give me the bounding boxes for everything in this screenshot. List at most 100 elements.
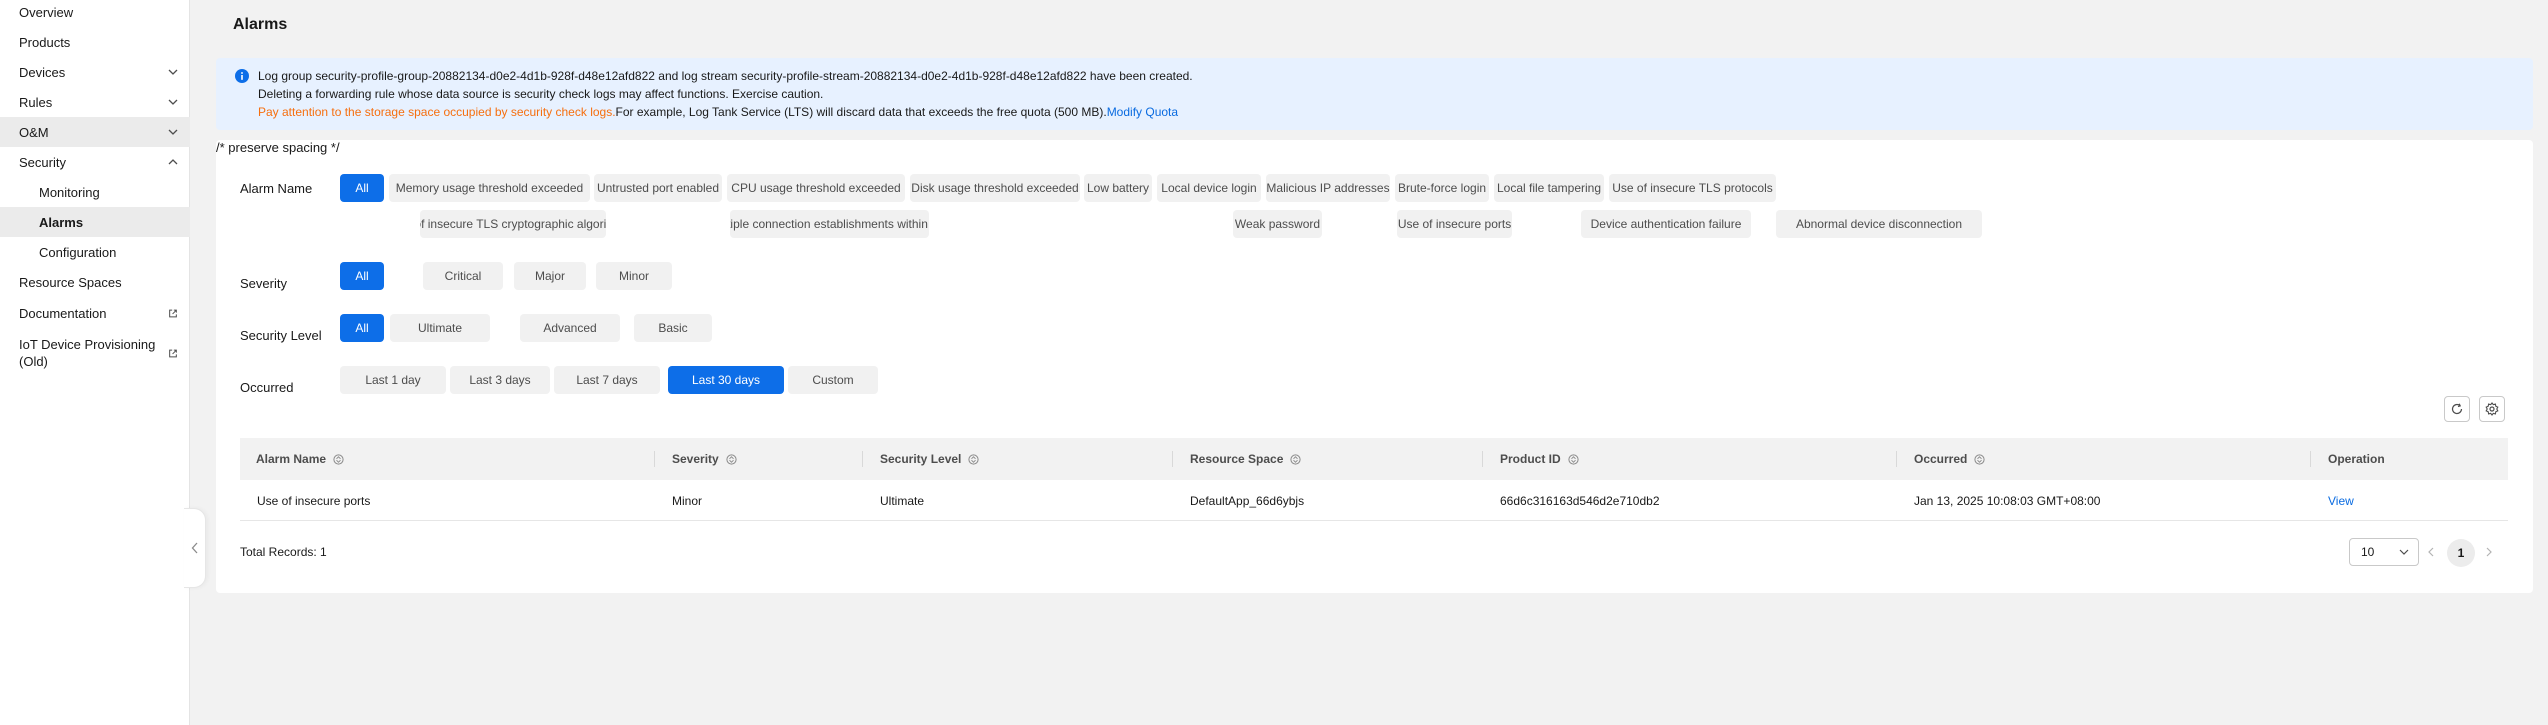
chip-alarm-name-untrusted-port[interactable]: Untrusted port enabled [594, 174, 722, 202]
sidebar-item-resource-spaces[interactable]: Resource Spaces [0, 267, 190, 297]
notice-warning-text: Pay attention to the storage space occup… [258, 105, 616, 119]
column-header-alarm-name[interactable]: Alarm Name [256, 438, 344, 480]
chip-severity-minor[interactable]: Minor [596, 262, 672, 290]
notice-line-2: Deleting a forwarding rule whose data so… [258, 87, 824, 101]
page-size-value: 10 [2361, 545, 2375, 559]
column-header-label: Resource Space [1190, 452, 1284, 466]
column-header-label: Severity [672, 452, 719, 466]
column-header-label: Security Level [880, 452, 962, 466]
chip-security-level-ultimate[interactable]: Ultimate [390, 314, 490, 342]
column-header-label: Occurred [1914, 452, 1968, 466]
chip-alarm-name-multiple-connections[interactable]: Multiple connection establishments withi… [730, 210, 929, 238]
settings-button[interactable] [2479, 396, 2505, 422]
sidebar-item-label: Rules [19, 94, 53, 110]
sidebar-item-label: Documentation [19, 305, 107, 321]
column-header-operation: Operation [2328, 438, 2385, 480]
chip-occurred-last-3-days[interactable]: Last 3 days [450, 366, 550, 394]
chip-severity-major[interactable]: Major [514, 262, 586, 290]
info-notice-banner: Log group security-profile-group-2088213… [216, 58, 2533, 130]
sort-icon [1290, 453, 1301, 465]
chip-alarm-name-insecure-tls-algorithm[interactable]: Use of insecure TLS cryptographic algori… [420, 210, 606, 238]
chip-occurred-last-1-day[interactable]: Last 1 day [340, 366, 446, 394]
sidebar-item-rules[interactable]: Rules [0, 87, 190, 117]
sort-icon [1568, 453, 1579, 465]
chevron-down-icon [168, 67, 178, 77]
column-divider [1896, 451, 1897, 467]
column-header-occurred[interactable]: Occurred [1914, 438, 1985, 480]
table-row: Use of insecure ports Minor Ultimate Def… [240, 480, 2508, 521]
view-link[interactable]: View [2328, 480, 2354, 521]
column-divider [1482, 451, 1483, 467]
chevron-left-icon [2428, 547, 2434, 557]
cell-product-id: 66d6c316163d546d2e710db2 [1500, 493, 1660, 508]
sidebar-item-label: Security [19, 154, 66, 170]
column-header-severity[interactable]: Severity [672, 438, 737, 480]
sidebar: Overview Products Devices Rules O&M Secu… [0, 0, 190, 725]
chip-alarm-name-disk-usage[interactable]: Disk usage threshold exceeded [910, 174, 1080, 202]
sidebar-item-om[interactable]: O&M [0, 117, 190, 147]
page-number-1[interactable]: 1 [2447, 539, 2475, 567]
column-header-resource-space[interactable]: Resource Space [1190, 438, 1301, 480]
chip-alarm-name-cpu-usage[interactable]: CPU usage threshold exceeded [727, 174, 905, 202]
sidebar-item-alarms[interactable]: Alarms [0, 207, 190, 237]
alarms-panel: Alarm Name All Memory usage threshold ex… [216, 140, 2533, 593]
chip-occurred-custom[interactable]: Custom [788, 366, 878, 394]
chip-occurred-last-30-days[interactable]: Last 30 days [668, 366, 784, 394]
chevron-right-icon [2486, 547, 2492, 557]
refresh-button[interactable] [2444, 396, 2470, 422]
refresh-icon [2451, 403, 2463, 415]
sidebar-item-label: Monitoring [39, 184, 100, 200]
sidebar-item-security[interactable]: Security [0, 147, 190, 177]
page-size-select[interactable]: 10 [2349, 538, 2419, 566]
chip-security-level-all[interactable]: All [340, 314, 384, 342]
chip-alarm-name-memory-usage[interactable]: Memory usage threshold exceeded [389, 174, 590, 202]
chip-alarm-name-insecure-tls-protocols[interactable]: Use of insecure TLS protocols [1609, 174, 1776, 202]
chip-severity-all[interactable]: All [340, 262, 384, 290]
chip-alarm-name-abnormal-disconnection[interactable]: Abnormal device disconnection [1776, 210, 1982, 238]
sidebar-item-label: Devices [19, 64, 66, 80]
chip-alarm-name-local-file-tampering[interactable]: Local file tampering [1494, 174, 1604, 202]
notice-line-3: Pay attention to the storage space occup… [258, 103, 2533, 121]
chip-alarm-name-insecure-ports[interactable]: Use of insecure ports [1397, 210, 1512, 238]
chip-alarm-name-device-auth-failure[interactable]: Device authentication failure [1581, 210, 1751, 238]
chip-severity-critical[interactable]: Critical [423, 262, 503, 290]
column-divider [2310, 451, 2311, 467]
sidebar-item-monitoring[interactable]: Monitoring [0, 177, 190, 207]
next-page-button[interactable] [2480, 543, 2498, 561]
cell-security-level: Ultimate [880, 493, 925, 508]
chip-alarm-name-malicious-ip[interactable]: Malicious IP addresses [1266, 174, 1390, 202]
chip-security-level-advanced[interactable]: Advanced [520, 314, 620, 342]
column-header-product-id[interactable]: Product ID [1500, 438, 1579, 480]
chevron-up-icon [168, 157, 178, 167]
chip-alarm-name-weak-password[interactable]: Weak password [1233, 210, 1322, 238]
chip-occurred-last-7-days[interactable]: Last 7 days [554, 366, 660, 394]
previous-page-button[interactable] [2422, 543, 2440, 561]
sidebar-item-devices[interactable]: Devices [0, 57, 190, 87]
sidebar-collapse-button[interactable] [184, 508, 206, 588]
sort-icon [726, 453, 737, 465]
chip-alarm-name-all[interactable]: All [340, 174, 384, 202]
cell-resource-space: DefaultApp_66d6ybjs [1190, 493, 1305, 508]
filter-label-severity: Severity [240, 276, 287, 291]
external-link-icon [168, 348, 178, 358]
info-icon [235, 69, 249, 83]
cell-severity: Minor [672, 493, 703, 508]
column-divider [1172, 451, 1173, 467]
notice-line-1: Log group security-profile-group-2088213… [258, 69, 1193, 83]
column-header-security-level[interactable]: Security Level [880, 438, 979, 480]
column-divider [862, 451, 863, 467]
chevron-down-icon [168, 97, 178, 107]
sidebar-item-overview[interactable]: Overview [0, 0, 190, 27]
sidebar-item-configuration[interactable]: Configuration [0, 237, 190, 267]
sort-icon [333, 453, 344, 465]
sidebar-item-label: Configuration [39, 244, 117, 260]
chip-alarm-name-brute-force[interactable]: Brute-force login [1395, 174, 1489, 202]
chip-alarm-name-local-device-login[interactable]: Local device login [1157, 174, 1261, 202]
sidebar-item-products[interactable]: Products [0, 27, 190, 57]
cell-alarm-name: Use of insecure ports [257, 493, 371, 508]
chip-security-level-basic[interactable]: Basic [634, 314, 712, 342]
sidebar-item-documentation[interactable]: Documentation [0, 298, 190, 328]
modify-quota-link[interactable]: Modify Quota [1107, 105, 1178, 119]
sidebar-item-iot-device-provisioning[interactable]: IoT Device Provisioning (Old) [0, 332, 190, 374]
chip-alarm-name-low-battery[interactable]: Low battery [1084, 174, 1152, 202]
